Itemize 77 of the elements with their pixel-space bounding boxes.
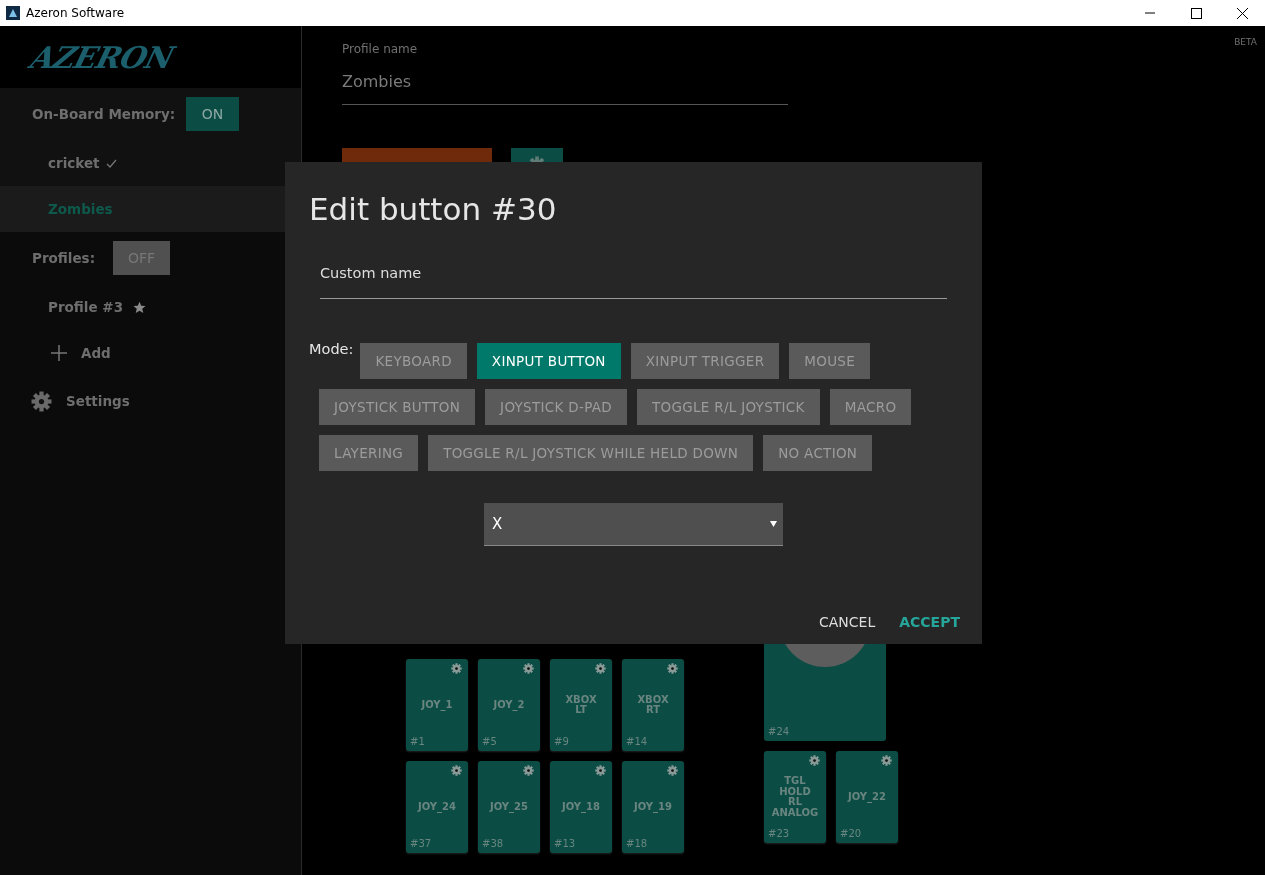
mode-button[interactable]: JOYSTICK D-PAD: [485, 389, 627, 426]
settings-icon[interactable]: [881, 755, 892, 766]
settings-icon: [31, 390, 52, 412]
dialog-button[interactable]: CANCEL: [819, 608, 876, 638]
dialog-title: Edit button #30: [309, 190, 558, 229]
key-tile[interactable]: JOY_18 #13: [550, 761, 612, 853]
section-label: Profiles:: [32, 248, 96, 268]
key-tile[interactable]: JOY_25 #38: [478, 761, 540, 853]
field-label: Profile name: [342, 41, 418, 58]
settings-icon[interactable]: [523, 663, 534, 674]
settings-item[interactable]: Settings: [0, 378, 301, 424]
key-number: #38: [482, 837, 504, 851]
profile-item[interactable]: cricket: [0, 140, 301, 186]
key-tile[interactable]: JOY_24 #37: [406, 761, 468, 853]
mode-button[interactable]: LAYERING: [319, 435, 419, 472]
mode-button[interactable]: MOUSE: [789, 343, 871, 380]
mode-button[interactable]: JOYSTICK BUTTON: [319, 389, 476, 426]
key-label: XBOX RT: [637, 694, 669, 716]
key-tile[interactable]: JOY_19 #18: [622, 761, 684, 853]
app-icon: [6, 6, 20, 20]
window-title: Azeron Software: [26, 5, 125, 22]
select-field[interactable]: X: [484, 503, 783, 547]
key-number: #14: [626, 735, 648, 749]
key-tile[interactable]: TGL HOLD RL ANALOG #23: [764, 751, 826, 843]
key-number: #20: [840, 827, 862, 841]
key-number: #18: [626, 837, 648, 851]
key-label: TGL HOLD RL ANALOG: [771, 776, 819, 818]
key-label: JOY_1: [421, 699, 453, 711]
profile-name-field[interactable]: Zombies: [342, 58, 788, 105]
key-label: XBOX LT: [565, 694, 597, 716]
mode-button[interactable]: TOGGLE R/L JOYSTICK WHILE HELD DOWN: [428, 435, 754, 472]
mode-label: Mode:: [309, 340, 354, 360]
settings-icon[interactable]: [595, 765, 606, 776]
section-label: On-Board Memory:: [32, 104, 176, 124]
mode-button[interactable]: NO ACTION: [763, 435, 873, 472]
mode-button[interactable]: XINPUT BUTTON: [476, 343, 621, 380]
settings-icon[interactable]: [809, 755, 820, 766]
settings-icon[interactable]: [595, 663, 606, 674]
key-number: #24: [768, 725, 790, 739]
key-tile[interactable]: JOY_2 #5: [478, 659, 540, 751]
settings-icon[interactable]: [451, 765, 462, 776]
add-button[interactable]: Add: [0, 330, 301, 376]
profile-name: Profile #3: [48, 297, 124, 317]
key-label: JOY_22: [848, 791, 886, 803]
mode-button[interactable]: MACRO: [829, 389, 912, 426]
mode-button[interactable]: XINPUT TRIGGER: [630, 343, 780, 380]
logo: AZERON: [26, 38, 179, 77]
key-number: #23: [768, 827, 790, 841]
settings-icon[interactable]: [523, 765, 534, 776]
caret-icon: [770, 521, 777, 528]
key-label: JOY_24: [418, 801, 456, 813]
key-label: JOY_2: [493, 699, 525, 711]
mode-button[interactable]: KEYBOARD: [360, 343, 467, 380]
key-tile[interactable]: JOY_22 #20: [836, 751, 898, 843]
key-label: JOY_25: [490, 801, 528, 813]
toggle-button[interactable]: ON: [186, 97, 239, 131]
key-number: #5: [482, 735, 497, 749]
key-tile[interactable]: XBOX LT #9: [550, 659, 612, 751]
key-number: #13: [554, 837, 576, 851]
dialog-button[interactable]: ACCEPT: [899, 608, 960, 638]
key-tile[interactable]: JOY_1 #1: [406, 659, 468, 751]
key-number: #1: [410, 735, 425, 749]
settings-icon[interactable]: [451, 663, 462, 674]
key-number: #37: [410, 837, 432, 851]
settings-icon[interactable]: [667, 765, 678, 776]
name-field[interactable]: Custom name: [320, 254, 947, 300]
beta-label: BETA: [1234, 36, 1257, 49]
mode-button[interactable]: TOGGLE R/L JOYSTICK: [636, 389, 820, 426]
plus-icon: [51, 345, 67, 361]
profile-item[interactable]: Profile #3: [0, 284, 301, 330]
key-label: JOY_19: [634, 801, 672, 813]
settings-icon[interactable]: [667, 663, 678, 674]
key-number: #9: [554, 735, 569, 749]
profile-name: Zombies: [48, 199, 113, 219]
key-label: JOY_18: [562, 801, 600, 813]
profile-name: cricket: [48, 153, 100, 173]
key-tile[interactable]: XBOX RT #14: [622, 659, 684, 751]
